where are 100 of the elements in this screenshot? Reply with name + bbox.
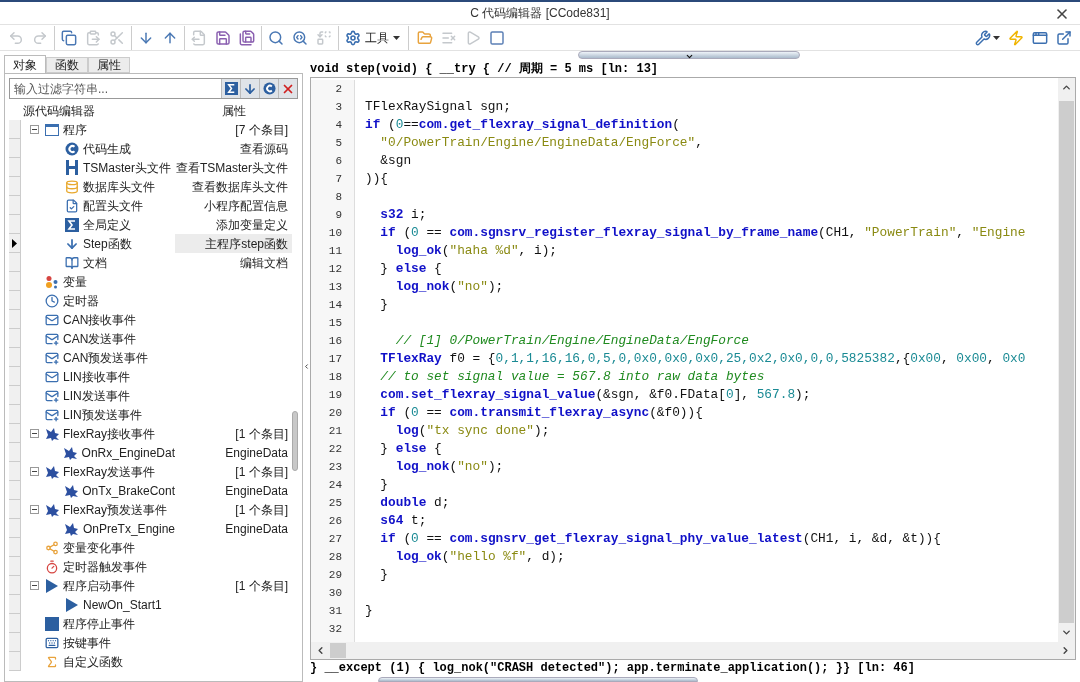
wrench-icon bbox=[975, 29, 991, 46]
code-line: log_nok("no"); bbox=[394, 278, 504, 296]
property-value: EngineData bbox=[225, 482, 288, 500]
tree-item[interactable]: 代码生成 bbox=[83, 139, 131, 158]
tree-item[interactable]: CAN发送事件 bbox=[63, 329, 137, 348]
tab[interactable]: 函数 bbox=[46, 57, 88, 73]
code-line: // [1] 0/PowerTrain/Engine/EngineData/EngForce bbox=[394, 332, 749, 350]
line-number: 3 bbox=[334, 100, 343, 115]
line-number: 16 bbox=[327, 334, 343, 349]
play-icon bbox=[465, 29, 481, 46]
clear-button[interactable] bbox=[278, 79, 297, 98]
sigma-icon bbox=[224, 82, 238, 95]
tree-item[interactable]: LIN发送事件 bbox=[63, 386, 130, 405]
envelope-icon bbox=[45, 369, 59, 384]
move-down-button[interactable] bbox=[240, 79, 259, 98]
collapse-icon[interactable] bbox=[30, 581, 39, 590]
tree-item[interactable]: CAN接收事件 bbox=[63, 310, 137, 329]
tree-item[interactable]: 变量变化事件 bbox=[63, 538, 135, 557]
column-header[interactable]: 源代码编辑器 bbox=[9, 101, 175, 120]
tree-item[interactable]: NewOn_Start1 bbox=[83, 595, 162, 614]
database-icon bbox=[65, 179, 79, 194]
tree-item[interactable]: Step函数 bbox=[83, 234, 132, 253]
lightning-icon bbox=[1008, 29, 1024, 46]
scroll-right-icon[interactable] bbox=[1060, 645, 1071, 656]
tab[interactable]: 属性 bbox=[88, 57, 130, 73]
line-number: 8 bbox=[334, 190, 343, 205]
tree-item[interactable]: 变量 bbox=[63, 272, 87, 291]
line-number: 21 bbox=[327, 424, 343, 439]
tree-item[interactable]: 程序停止事件 bbox=[63, 614, 135, 633]
tree-item[interactable]: 定时器触发事件 bbox=[63, 557, 147, 576]
tree-item[interactable]: LIN接收事件 bbox=[63, 367, 130, 386]
cut-icon bbox=[109, 29, 125, 46]
column-header[interactable]: 属性 bbox=[175, 101, 292, 120]
tree-item[interactable]: FlexRay接收事件 bbox=[63, 424, 155, 443]
splitter-handle[interactable] bbox=[378, 677, 698, 682]
property-value: EngineData bbox=[225, 520, 288, 538]
line-number: 15 bbox=[327, 316, 343, 331]
code-header: void step(void) { __try { // 周期 = 5 ms [ln: 13] bbox=[310, 61, 660, 77]
property-value: 添加变量定义 bbox=[216, 216, 288, 234]
scroll-thumb[interactable] bbox=[330, 643, 346, 658]
tree-item[interactable]: 定时器 bbox=[63, 291, 99, 310]
h-letter-icon bbox=[66, 160, 78, 175]
scroll-thumb[interactable] bbox=[1059, 101, 1074, 623]
tools-menu-button[interactable]: 工具 bbox=[341, 25, 404, 50]
collapse-icon[interactable] bbox=[30, 429, 39, 438]
envelope-send-icon bbox=[45, 350, 59, 365]
code-line: if (0==com.get_flexray_signal_definition( bbox=[365, 116, 680, 134]
code-line: s32 i; bbox=[379, 206, 427, 224]
sigma-button[interactable] bbox=[221, 79, 240, 98]
tree-item[interactable]: 程序 bbox=[63, 120, 87, 139]
line-number: 2 bbox=[334, 82, 343, 97]
property-value: EngineData bbox=[225, 444, 288, 462]
find-next-icon bbox=[292, 29, 308, 46]
property-value: 查看TSMaster头文件 bbox=[176, 159, 288, 177]
vertical-scrollbar[interactable] bbox=[1058, 78, 1075, 642]
row-pointer-icon bbox=[12, 238, 17, 248]
tab[interactable]: 对象 bbox=[4, 55, 46, 73]
tree-item[interactable]: OnPreTx_Engine bbox=[82, 519, 175, 538]
tree-item[interactable]: 全局定义 bbox=[83, 215, 131, 234]
tree-item[interactable]: TSMaster头文件 bbox=[83, 158, 171, 177]
tree-item[interactable]: 按键事件 bbox=[63, 633, 111, 652]
code-line: } bbox=[379, 566, 389, 584]
line-number: 24 bbox=[327, 478, 343, 493]
row-header[interactable] bbox=[9, 234, 21, 253]
collapse-icon[interactable] bbox=[30, 467, 39, 476]
tree-item[interactable]: 文档 bbox=[83, 253, 107, 272]
tree-item[interactable]: FlexRay预发送事件 bbox=[63, 500, 167, 519]
scroll-down-icon[interactable] bbox=[1061, 627, 1072, 638]
code-line: } else { bbox=[379, 260, 442, 278]
collapse-icon[interactable] bbox=[30, 505, 39, 514]
code-line: TFlexRaySignal sgn; bbox=[365, 98, 511, 116]
tree-item[interactable]: 配置头文件 bbox=[83, 196, 143, 215]
scroll-up-icon[interactable] bbox=[1061, 82, 1072, 93]
code-line: log_ok("haha %d", i); bbox=[394, 242, 557, 260]
code-line: // to set signal value = 567.8 into raw data bytes bbox=[379, 368, 765, 386]
filter-field[interactable]: 输入过滤字符串... bbox=[10, 79, 221, 98]
tree-item[interactable]: FlexRay发送事件 bbox=[63, 462, 155, 481]
splitter-handle[interactable] bbox=[578, 51, 800, 59]
line-number: 14 bbox=[327, 298, 343, 313]
line-number: 13 bbox=[327, 280, 343, 295]
horizontal-scrollbar[interactable] bbox=[311, 642, 1075, 659]
tree-item[interactable]: 自定义函数 bbox=[63, 652, 123, 671]
play-icon bbox=[46, 578, 58, 593]
gear-icon bbox=[345, 29, 361, 46]
tree-item[interactable]: LIN预发送事件 bbox=[63, 405, 142, 424]
line-number: 32 bbox=[327, 622, 343, 637]
c-letter-icon bbox=[65, 141, 79, 156]
code-footer: } __except (1) { log_nok("CRASH detected"); app.terminate_application(); }} [ln: 46] bbox=[310, 660, 1080, 677]
c-button[interactable] bbox=[259, 79, 278, 98]
tree-item[interactable]: CAN预发送事件 bbox=[63, 348, 149, 367]
collapse-panel-icon[interactable] bbox=[303, 362, 310, 371]
collapse-icon[interactable] bbox=[30, 125, 39, 134]
line-number: 31 bbox=[327, 604, 343, 619]
tree-item[interactable]: OnRx_EngineDat bbox=[81, 443, 175, 462]
tree-item[interactable]: 程序启动事件 bbox=[63, 576, 135, 595]
redo-icon bbox=[32, 29, 48, 46]
tree-item[interactable]: 数据库头文件 bbox=[83, 177, 155, 196]
tree-item[interactable]: OnTx_BrakeCont bbox=[82, 481, 175, 500]
filter-box[interactable]: 输入过滤字符串... bbox=[9, 78, 298, 99]
envelope-send-icon bbox=[45, 407, 59, 422]
